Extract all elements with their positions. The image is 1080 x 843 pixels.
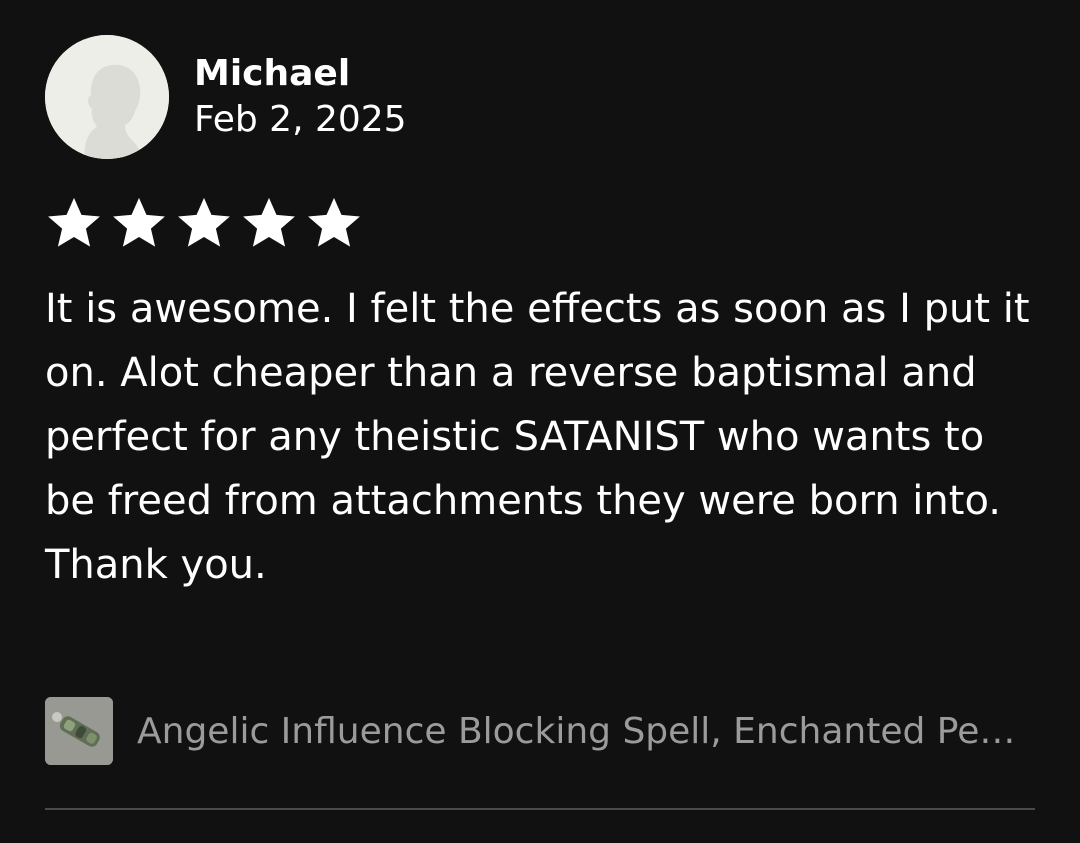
review-header: Michael Feb 2, 2025 bbox=[45, 35, 1035, 159]
review-text: It is awesome. I felt the effects as soo… bbox=[45, 286, 1030, 588]
star-icon bbox=[110, 194, 168, 252]
default-avatar-icon bbox=[45, 35, 169, 159]
product-thumbnail[interactable] bbox=[45, 697, 113, 765]
star-icon bbox=[45, 194, 103, 252]
listing-title[interactable]: Angelic Influence Blocking Spell, Enchan… bbox=[137, 711, 1035, 752]
review-date: Feb 2, 2025 bbox=[194, 99, 407, 140]
divider bbox=[45, 808, 1035, 810]
review-meta: Michael Feb 2, 2025 bbox=[194, 51, 407, 143]
star-rating bbox=[45, 194, 1035, 252]
review-card: Michael Feb 2, 2025 It is awesome. I fel… bbox=[45, 35, 1035, 597]
star-icon bbox=[305, 194, 363, 252]
listing-link[interactable]: Angelic Influence Blocking Spell, Enchan… bbox=[45, 697, 1035, 765]
reviewer-name[interactable]: Michael bbox=[194, 51, 407, 97]
avatar[interactable] bbox=[45, 35, 169, 159]
pendant-image-icon bbox=[45, 697, 113, 765]
star-icon bbox=[240, 194, 298, 252]
star-icon bbox=[175, 194, 233, 252]
